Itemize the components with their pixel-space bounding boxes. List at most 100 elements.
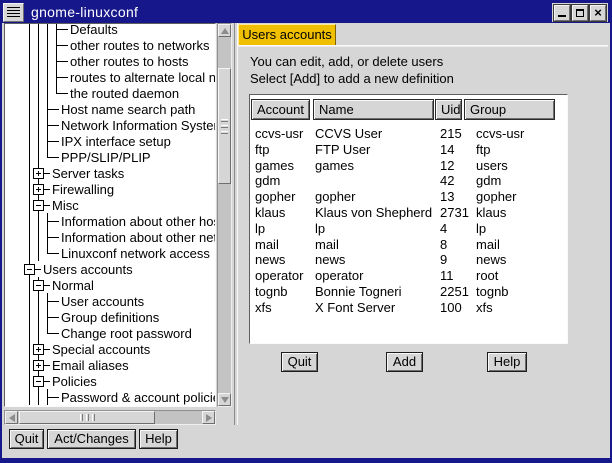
user-row-news[interactable]: newsnews9news (250, 252, 567, 267)
group-cell: mail (476, 237, 500, 252)
user-row-mail[interactable]: mailmail8mail (250, 237, 567, 252)
tree-item-users-accounts[interactable]: Users accounts (5, 261, 216, 277)
quit-button[interactable]: Quit (281, 352, 318, 372)
tree-item-other-routes-to-networks[interactable]: other routes to networks (5, 37, 216, 53)
tree-item-user-accounts[interactable]: User accounts (5, 293, 216, 309)
tab-users-accounts[interactable]: Users accounts (238, 24, 336, 46)
scroll-down-button[interactable] (218, 393, 231, 406)
column-header-group[interactable]: Group (464, 99, 555, 120)
tree-item-information-about-other-netw[interactable]: Information about other netw (5, 229, 216, 245)
uid-cell: 42 (440, 173, 454, 188)
tree-item-group-definitions[interactable]: Group definitions (5, 309, 216, 325)
account-cell: tognb (255, 284, 288, 299)
tree-item-label: Host name search path (61, 102, 195, 117)
group-cell: xfs (476, 300, 493, 315)
tree-item-label: Email aliases (52, 358, 129, 373)
tree-guide-line (29, 117, 30, 133)
help-button[interactable]: Help (487, 352, 527, 372)
scroll-up-button[interactable] (218, 24, 231, 37)
tree-item-routes-to-alternate-local-ne[interactable]: routes to alternate local ne (5, 69, 216, 85)
uid-cell: 11 (440, 268, 454, 283)
account-cell: ftp (255, 142, 269, 157)
minimize-button[interactable] (554, 5, 570, 21)
tree-guide-line (38, 69, 39, 85)
expand-plus-icon[interactable] (33, 184, 44, 195)
pane-splitter[interactable] (234, 23, 238, 425)
user-row-ccvs-usr[interactable]: ccvs-usrCCVS User215ccvs-usr (250, 126, 567, 141)
user-row-xfs[interactable]: xfsX Font Server100xfs (250, 300, 567, 315)
uid-cell: 100 (440, 300, 462, 315)
maximize-button[interactable] (572, 5, 588, 21)
add-button[interactable]: Add (386, 352, 423, 372)
tree-item-ipx-interface-setup[interactable]: IPX interface setup (5, 133, 216, 149)
intro-line-1: You can edit, add, or delete users (250, 54, 443, 70)
tree-item-linuxconf-network-access[interactable]: Linuxconf network access (5, 245, 216, 261)
tree-branch-line (48, 125, 59, 126)
collapse-minus-icon[interactable] (33, 200, 44, 211)
user-row-tognb[interactable]: tognbBonnie Togneri2251tognb (250, 284, 567, 299)
group-cell: news (476, 252, 506, 267)
tree-branch-line (48, 317, 59, 318)
user-row-lp[interactable]: lplp4lp (250, 221, 567, 236)
expand-plus-icon[interactable] (33, 168, 44, 179)
tree-item-change-root-password[interactable]: Change root password (5, 325, 216, 341)
tree-item-password-account-policie[interactable]: Password & account policie (5, 389, 216, 405)
tree-item-host-name-search-path[interactable]: Host name search path (5, 101, 216, 117)
collapse-minus-icon[interactable] (33, 280, 44, 291)
tree-item-network-information-system[interactable]: Network Information System (5, 117, 216, 133)
bottom-help-button[interactable]: Help (139, 429, 178, 449)
tree-guide-line (38, 117, 39, 133)
column-header-account[interactable]: Account (251, 99, 310, 120)
tree-branch-line (48, 157, 59, 158)
tree-item-information-about-other-host[interactable]: Information about other host (5, 213, 216, 229)
titlebar[interactable]: gnome-linuxconf × (2, 2, 610, 23)
tree-guide-line (29, 149, 30, 165)
expand-plus-icon[interactable] (33, 360, 44, 371)
tree-item-policies[interactable]: Policies (5, 373, 216, 389)
column-header-uid[interactable]: Uid (435, 99, 462, 120)
scroll-right-button[interactable] (202, 411, 215, 424)
tree-item-special-accounts[interactable]: Special accounts (5, 341, 216, 357)
config-tree-panel: Defaultsother routes to networksother ro… (4, 23, 216, 407)
account-cell: operator (255, 268, 303, 283)
bottom-quit-button[interactable]: Quit (9, 429, 44, 449)
tree-item-misc[interactable]: Misc (5, 197, 216, 213)
vertical-scroll-thumb[interactable] (218, 68, 231, 184)
collapse-minus-icon[interactable] (33, 376, 44, 387)
name-cell: news (315, 252, 345, 267)
thumb-ridge (80, 414, 83, 421)
tree-guide-line (38, 101, 39, 117)
act-changes-button[interactable]: Act/Changes (47, 429, 136, 449)
tree-item-firewalling[interactable]: Firewalling (5, 181, 216, 197)
collapse-minus-icon[interactable] (24, 264, 35, 275)
name-cell: X Font Server (315, 300, 395, 315)
user-row-games[interactable]: gamesgames12users (250, 158, 567, 173)
gnome-linuxconf-window: gnome-linuxconf × Defaultsother routes t… (0, 0, 612, 463)
tree-horizontal-scrollbar[interactable] (4, 410, 216, 425)
account-cell: mail (255, 237, 279, 252)
tree-item-ppp-slip-plip[interactable]: PPP/SLIP/PLIP (5, 149, 216, 165)
column-header-name[interactable]: Name (313, 99, 434, 120)
window-menu-button[interactable] (3, 3, 24, 22)
tree-item-the-routed-daemon[interactable]: the routed daemon (5, 85, 216, 101)
tree-item-defaults[interactable]: Defaults (5, 23, 216, 37)
scroll-left-button[interactable] (5, 411, 18, 424)
tree-guide-line (29, 213, 30, 229)
horizontal-scroll-thumb[interactable] (19, 411, 155, 424)
user-row-ftp[interactable]: ftpFTP User14ftp (250, 142, 567, 157)
group-cell: gopher (476, 189, 516, 204)
tree-item-label: the routed daemon (70, 86, 179, 101)
tree-item-server-tasks[interactable]: Server tasks (5, 165, 216, 181)
expand-plus-icon[interactable] (33, 344, 44, 355)
tree-branch-line (48, 397, 59, 398)
user-row-operator[interactable]: operatoroperator11root (250, 268, 567, 283)
close-button[interactable]: × (590, 5, 606, 21)
tree-item-email-aliases[interactable]: Email aliases (5, 357, 216, 373)
user-row-klaus[interactable]: klausKlaus von Shepherd2731klaus (250, 205, 567, 220)
user-row-gdm[interactable]: gdm42gdm (250, 173, 567, 188)
tree-guide-line (29, 325, 30, 341)
tree-item-normal[interactable]: Normal (5, 277, 216, 293)
user-row-gopher[interactable]: gophergopher13gopher (250, 189, 567, 204)
tree-item-other-routes-to-hosts[interactable]: other routes to hosts (5, 53, 216, 69)
tree-vertical-scrollbar[interactable] (217, 23, 232, 407)
